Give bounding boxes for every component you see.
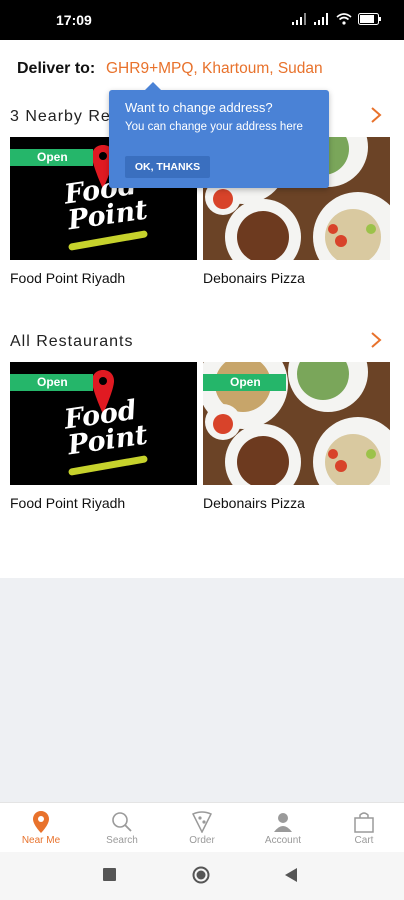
- signal-icon: [292, 13, 306, 25]
- status-time: 17:09: [56, 12, 92, 28]
- chevron-right-icon[interactable]: [370, 107, 382, 123]
- empty-content-area: [0, 578, 404, 802]
- back-icon[interactable]: [285, 868, 298, 882]
- nav-label: Account: [264, 835, 302, 846]
- deliver-address-link[interactable]: GHR9+MPQ, Khartoum, Sudan: [106, 60, 323, 78]
- restaurant-card[interactable]: Open Debonairs Pizza: [203, 362, 390, 511]
- battery-icon: [358, 13, 381, 25]
- wifi-icon: [336, 13, 352, 25]
- open-badge: Open: [10, 149, 93, 166]
- nav-label: Near Me: [21, 835, 61, 846]
- location-pin-icon: [33, 811, 49, 833]
- shopping-bag-icon: [354, 812, 374, 833]
- restaurant-name: Food Point Riyadh: [10, 495, 126, 511]
- nav-search[interactable]: Search: [92, 811, 152, 846]
- nav-order[interactable]: Order: [172, 811, 232, 846]
- tooltip-body: You can change your address here: [125, 121, 303, 133]
- nav-account[interactable]: Account: [253, 811, 313, 846]
- home-icon[interactable]: [192, 866, 210, 884]
- status-bar: 17:09: [0, 0, 404, 40]
- signal-icon: [314, 13, 328, 25]
- status-icons: [292, 13, 382, 25]
- nav-near-me[interactable]: Near Me: [11, 811, 71, 846]
- ok-thanks-button[interactable]: OK, THANKS: [125, 156, 210, 178]
- pizza-slice-icon: [191, 811, 213, 833]
- open-badge: Open: [10, 374, 93, 391]
- food-point-logo: Food Point: [62, 394, 150, 462]
- restaurant-image: Open: [203, 362, 390, 485]
- nearby-section-title: 3 Nearby Re: [10, 108, 111, 125]
- chevron-right-icon[interactable]: [370, 332, 382, 348]
- restaurant-name: Debonairs Pizza: [203, 495, 305, 511]
- tooltip-title: Want to change address?: [125, 100, 273, 115]
- nav-cart[interactable]: Cart: [334, 811, 394, 846]
- nav-label: Order: [189, 835, 215, 846]
- all-restaurants-title: All Restaurants: [10, 333, 134, 350]
- restaurant-image: Food Point Open: [10, 362, 197, 485]
- user-icon: [274, 813, 292, 832]
- change-address-tooltip: Want to change address? You can change y…: [109, 82, 329, 188]
- recent-apps-icon[interactable]: [103, 868, 116, 881]
- deliver-bar: Deliver to: GHR9+MPQ, Khartoum, Sudan: [0, 40, 404, 96]
- bottom-nav: Near Me Search Order Account Cart: [0, 802, 404, 853]
- nav-label: Cart: [354, 835, 374, 846]
- open-badge: Open: [203, 374, 286, 391]
- search-icon: [112, 812, 132, 832]
- restaurant-name: Food Point Riyadh: [10, 270, 126, 286]
- restaurant-name: Debonairs Pizza: [203, 270, 305, 286]
- system-nav-bar: [0, 852, 404, 900]
- nav-label: Search: [106, 835, 138, 846]
- deliver-label: Deliver to:: [17, 60, 96, 77]
- restaurant-card[interactable]: Food Point Open Food Point Riyadh: [10, 362, 197, 511]
